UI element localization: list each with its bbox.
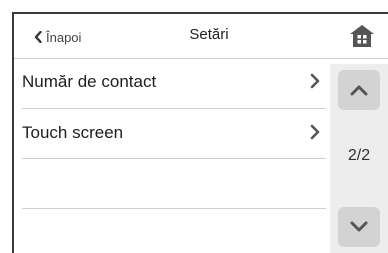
page-up-button[interactable] bbox=[338, 70, 380, 110]
list-item-label: Număr de contact bbox=[22, 72, 157, 91]
home-button[interactable] bbox=[344, 18, 380, 54]
chevron-left-icon bbox=[34, 31, 42, 43]
home-icon bbox=[350, 25, 374, 47]
list-divider bbox=[22, 158, 326, 159]
chevron-right-icon bbox=[310, 124, 320, 140]
settings-list: Număr de contact Touch screen bbox=[14, 58, 326, 253]
chevron-right-icon bbox=[310, 73, 320, 89]
list-item-touch-screen[interactable]: Touch screen bbox=[14, 109, 324, 159]
page-indicator: 2/2 bbox=[347, 147, 371, 164]
list-divider bbox=[22, 208, 326, 209]
back-button[interactable]: Înapoi bbox=[34, 28, 81, 46]
list-item-label: Touch screen bbox=[22, 123, 124, 142]
page-scroller: 2/2 bbox=[330, 64, 388, 253]
chevron-down-icon bbox=[350, 221, 368, 232]
chevron-up-icon bbox=[350, 85, 368, 96]
page-down-button[interactable] bbox=[338, 207, 380, 247]
header-bar: Înapoi Setări bbox=[14, 14, 388, 59]
list-item-contact-number[interactable]: Număr de contact bbox=[14, 58, 324, 108]
back-label: Înapoi bbox=[46, 29, 82, 45]
page-title: Setări bbox=[189, 26, 229, 43]
